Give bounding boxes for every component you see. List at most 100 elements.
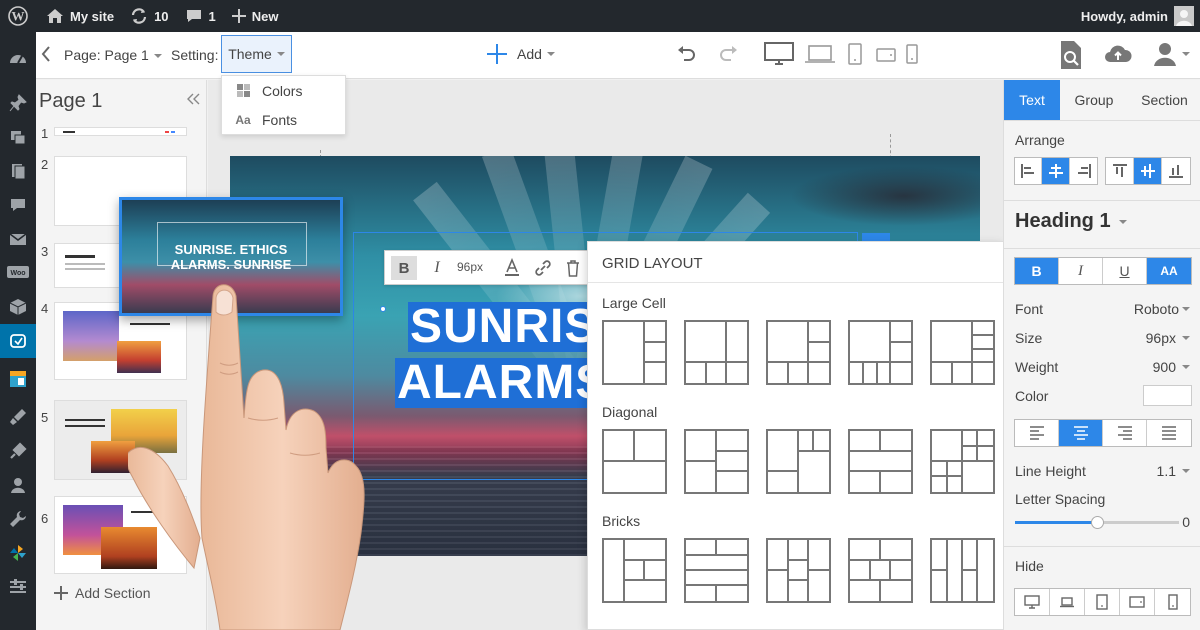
laptop-view-icon[interactable] (804, 43, 836, 65)
hide-laptop-icon[interactable] (1050, 589, 1085, 615)
products-icon[interactable] (0, 290, 36, 324)
theme-menu-fonts[interactable]: Aa Fonts (222, 105, 345, 134)
new-content-menu[interactable]: New (224, 0, 287, 32)
account-menu[interactable]: Howdy, admin (1081, 6, 1200, 26)
link-icon[interactable] (534, 259, 552, 277)
weight-select[interactable]: 900 (1153, 359, 1190, 375)
builder-app-icon[interactable] (0, 358, 36, 400)
grid-layout-option[interactable] (930, 320, 995, 385)
woocommerce-icon[interactable]: Woo (0, 256, 36, 290)
site-name: My site (70, 8, 115, 24)
grid-layout-option[interactable] (602, 429, 667, 494)
color-swatch[interactable] (1143, 385, 1192, 406)
canvas-heading-line[interactable]: ALARMS (395, 358, 611, 408)
page-builder-icon[interactable] (0, 324, 36, 358)
wordpress-logo-icon[interactable]: W (0, 0, 36, 32)
mobile-view-icon[interactable] (905, 44, 919, 64)
media-icon[interactable] (0, 120, 36, 154)
text-align-left-icon[interactable] (1015, 420, 1059, 446)
theme-button[interactable]: Theme (221, 35, 292, 73)
hide-mobile-icon[interactable] (1155, 589, 1190, 615)
pin-icon[interactable] (0, 86, 36, 120)
italic-button[interactable]: I (427, 256, 447, 280)
dashboard-icon[interactable] (0, 32, 36, 86)
section-thumbnail[interactable] (54, 127, 187, 136)
trash-icon[interactable] (566, 259, 580, 277)
grid-layout-option[interactable] (848, 538, 913, 603)
tablet-view-icon[interactable] (847, 42, 863, 66)
font-select[interactable]: Roboto (1134, 301, 1190, 317)
align-top-icon[interactable] (1106, 158, 1134, 184)
tab-text[interactable]: Text (1004, 80, 1060, 120)
letter-spacing-slider[interactable] (1015, 516, 1179, 529)
font-size-field[interactable]: 96px (457, 260, 483, 274)
line-height-select[interactable]: 1.1 (1157, 463, 1190, 479)
theme-menu-colors[interactable]: Colors (222, 76, 345, 105)
grid-layout-option[interactable] (930, 538, 995, 603)
hide-tablet-landscape-icon[interactable] (1120, 589, 1155, 615)
hide-desktop-icon[interactable] (1015, 589, 1050, 615)
tab-group[interactable]: Group (1060, 80, 1128, 120)
align-right-icon[interactable] (1070, 158, 1097, 184)
arrange-label: Arrange (1015, 132, 1065, 148)
desktop-view-icon[interactable] (763, 41, 795, 67)
pages-icon[interactable] (0, 154, 36, 188)
tablet-landscape-view-icon[interactable] (876, 48, 896, 62)
grid-layout-option[interactable] (602, 320, 667, 385)
tools-icon[interactable] (0, 502, 36, 536)
plugins-icon[interactable] (0, 434, 36, 468)
align-center-icon[interactable] (1042, 158, 1070, 184)
weight-value: 900 (1152, 359, 1176, 375)
text-align-right-icon[interactable] (1103, 420, 1147, 446)
grid-layout-option[interactable] (766, 320, 831, 385)
text-align-center-icon[interactable] (1059, 420, 1103, 446)
text-style-selector[interactable]: Heading 1 (1015, 210, 1127, 233)
grid-layout-option[interactable] (766, 538, 831, 603)
text-align-justify-icon[interactable] (1147, 420, 1191, 446)
grid-layout-option[interactable] (930, 429, 995, 494)
grid-layout-option[interactable] (848, 429, 913, 494)
comments-icon[interactable] (0, 188, 36, 222)
mail-icon[interactable] (0, 222, 36, 256)
bold-toggle[interactable]: B (1015, 258, 1059, 284)
pinwheel-icon[interactable] (0, 536, 36, 570)
grid-layout-option[interactable] (684, 429, 749, 494)
letter-spacing-value: 0 (1182, 514, 1190, 530)
bold-button[interactable]: B (391, 256, 417, 280)
grid-layout-option[interactable] (766, 429, 831, 494)
chevron-down-icon (546, 52, 555, 56)
site-menu[interactable]: My site (36, 0, 122, 32)
slider-handle[interactable] (1091, 516, 1104, 529)
settings-label[interactable]: Setting: (171, 47, 218, 63)
comments-menu[interactable]: 1 (177, 0, 224, 32)
updates-menu[interactable]: 10 (122, 0, 176, 32)
appearance-icon[interactable] (0, 400, 36, 434)
hide-tablet-icon[interactable] (1085, 589, 1120, 615)
divider (1004, 200, 1200, 201)
text-color-icon[interactable] (504, 258, 520, 278)
settings-icon[interactable] (0, 570, 36, 604)
undo-icon[interactable] (676, 44, 698, 64)
uppercase-toggle[interactable]: AA (1147, 258, 1191, 284)
page-selector[interactable]: Page: Page 1 (64, 47, 162, 63)
cloud-upload-icon[interactable] (1104, 42, 1132, 66)
section-number: 1 (41, 126, 49, 141)
add-button[interactable]: Add (486, 43, 555, 65)
align-bottom-icon[interactable] (1162, 158, 1190, 184)
align-left-icon[interactable] (1015, 158, 1042, 184)
italic-toggle[interactable]: I (1059, 258, 1103, 284)
redo-icon[interactable] (717, 44, 739, 64)
grid-layout-option[interactable] (848, 320, 913, 385)
preview-search-icon[interactable] (1059, 40, 1083, 70)
grid-layout-option[interactable] (602, 538, 667, 603)
grid-layout-option[interactable] (684, 538, 749, 603)
collapse-panel-icon[interactable] (186, 93, 200, 105)
back-arrow-icon[interactable] (40, 44, 52, 64)
tab-section[interactable]: Section (1128, 80, 1200, 120)
align-middle-icon[interactable] (1134, 158, 1162, 184)
grid-layout-option[interactable] (684, 320, 749, 385)
size-select[interactable]: 96px (1146, 330, 1190, 346)
user-menu[interactable] (1153, 41, 1190, 67)
users-icon[interactable] (0, 468, 36, 502)
underline-toggle[interactable]: U (1103, 258, 1147, 284)
